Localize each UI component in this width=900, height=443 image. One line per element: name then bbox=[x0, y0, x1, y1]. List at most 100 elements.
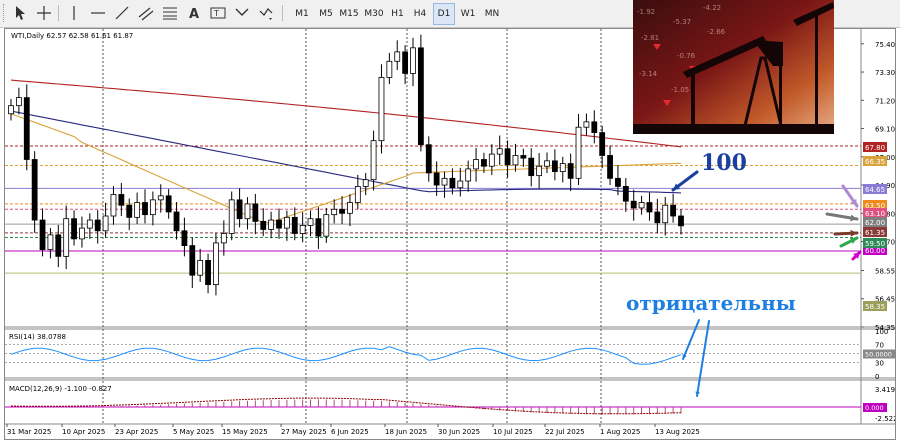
candle bbox=[134, 192, 141, 225]
candle-body bbox=[638, 202, 645, 209]
candle-body bbox=[8, 105, 14, 115]
candle-body bbox=[559, 163, 566, 173]
candle bbox=[583, 113, 590, 136]
arrow-violet bbox=[841, 184, 859, 208]
candle-body bbox=[110, 194, 117, 217]
candle-body bbox=[86, 219, 93, 229]
label-icon[interactable]: T bbox=[208, 3, 228, 23]
price-level-tag-label: 59.50 bbox=[865, 240, 885, 248]
price-level-tag-label: 58.35 bbox=[865, 303, 885, 311]
date-tick-label: 10 Apr 2025 bbox=[62, 428, 105, 436]
price-level-tag-label: 60.00 bbox=[865, 247, 885, 255]
timeframe-m30-button[interactable]: M30 bbox=[362, 3, 386, 25]
candle bbox=[197, 248, 204, 282]
candle-body bbox=[244, 203, 251, 220]
rsi-line bbox=[10, 346, 682, 365]
timeframe-m5-button[interactable]: M5 bbox=[315, 3, 337, 25]
candle bbox=[378, 64, 385, 154]
candle-body bbox=[102, 215, 109, 232]
timeframe-w1-button[interactable]: W1 bbox=[457, 3, 479, 25]
candle bbox=[536, 153, 543, 189]
svg-text:-1.92: -1.92 bbox=[637, 8, 655, 16]
candle-body bbox=[670, 204, 677, 217]
candle bbox=[599, 125, 606, 169]
candle-body bbox=[457, 180, 464, 189]
svg-text:A: A bbox=[189, 7, 199, 22]
vertical-line-icon[interactable] bbox=[64, 3, 84, 23]
price-tick-label: 73.30 bbox=[875, 69, 895, 77]
candle-body bbox=[331, 208, 338, 216]
candle bbox=[283, 210, 290, 241]
candle bbox=[575, 114, 582, 186]
candle-body bbox=[291, 216, 298, 234]
candle-body bbox=[173, 211, 180, 232]
timeframe-mn-button[interactable]: MN bbox=[481, 3, 503, 25]
annotation-negative: отрицательны bbox=[626, 291, 796, 315]
candle-body bbox=[165, 195, 172, 213]
candle bbox=[205, 253, 211, 294]
cursor-icon[interactable] bbox=[10, 3, 30, 23]
candle bbox=[473, 147, 479, 182]
candle-body bbox=[504, 148, 511, 166]
candle bbox=[362, 172, 369, 196]
shapes-icon[interactable] bbox=[256, 3, 276, 23]
trend-line-icon[interactable] bbox=[112, 3, 132, 23]
timeframe-h4-button[interactable]: H4 bbox=[409, 3, 431, 25]
candle-body bbox=[654, 211, 661, 224]
candle-body bbox=[79, 227, 85, 240]
svg-text:-2.66: -2.66 bbox=[707, 28, 726, 36]
date-tick-label: 27 May 2025 bbox=[281, 428, 327, 436]
arrow-magenta bbox=[851, 250, 862, 261]
candle bbox=[339, 196, 345, 225]
horizontal-line-icon[interactable] bbox=[88, 3, 108, 23]
candle bbox=[544, 152, 550, 173]
candle-body bbox=[323, 214, 330, 237]
timeframe-h1-button[interactable]: H1 bbox=[388, 3, 407, 25]
candle bbox=[347, 194, 353, 227]
price-tick-label: 75.40 bbox=[875, 41, 895, 49]
candle bbox=[55, 224, 62, 268]
arrow-macd-negative bbox=[695, 320, 710, 397]
timeframe-d1-button[interactable]: D1 bbox=[433, 3, 455, 25]
fibonacci-icon[interactable] bbox=[160, 3, 180, 23]
arrow-gray bbox=[825, 212, 859, 222]
timeframe-m1-button[interactable]: M1 bbox=[291, 3, 313, 25]
candle bbox=[630, 189, 637, 221]
candle-body bbox=[31, 159, 38, 221]
timeframe-m15-button[interactable]: M15 bbox=[338, 3, 360, 25]
candle-body bbox=[488, 153, 495, 167]
candle-body bbox=[402, 51, 409, 74]
candle-body bbox=[228, 199, 235, 234]
candle-body bbox=[63, 218, 70, 257]
toolbar-grip[interactable] bbox=[3, 4, 7, 22]
arrow-green bbox=[839, 236, 859, 248]
candle bbox=[670, 193, 677, 223]
date-tick-label: 23 Apr 2025 bbox=[115, 428, 158, 436]
text-icon[interactable]: A bbox=[184, 3, 204, 23]
candle-body bbox=[551, 160, 558, 173]
candle bbox=[622, 178, 629, 212]
arrow-icon[interactable] bbox=[232, 3, 252, 23]
candle bbox=[71, 210, 77, 246]
candle-body bbox=[213, 242, 219, 286]
candle bbox=[607, 145, 613, 186]
candle bbox=[228, 191, 235, 241]
candle-body bbox=[465, 168, 472, 182]
candle bbox=[678, 209, 684, 235]
candle bbox=[520, 148, 527, 167]
candle bbox=[276, 208, 282, 239]
crosshair-icon[interactable] bbox=[34, 3, 54, 23]
candle bbox=[417, 34, 424, 152]
candle-body bbox=[220, 233, 227, 244]
candle-body bbox=[678, 215, 684, 227]
candle bbox=[213, 232, 219, 296]
candle-body bbox=[283, 216, 290, 229]
price-level-tag-label: 62.00 bbox=[865, 219, 885, 227]
candle-body bbox=[268, 219, 275, 230]
macd-tick-label: 3.419 bbox=[875, 386, 895, 394]
candle bbox=[528, 148, 535, 187]
price-level-tag-label: 67.80 bbox=[865, 144, 885, 152]
candle-body bbox=[347, 202, 353, 214]
channel-icon[interactable] bbox=[136, 3, 156, 23]
candle-body bbox=[615, 177, 621, 187]
